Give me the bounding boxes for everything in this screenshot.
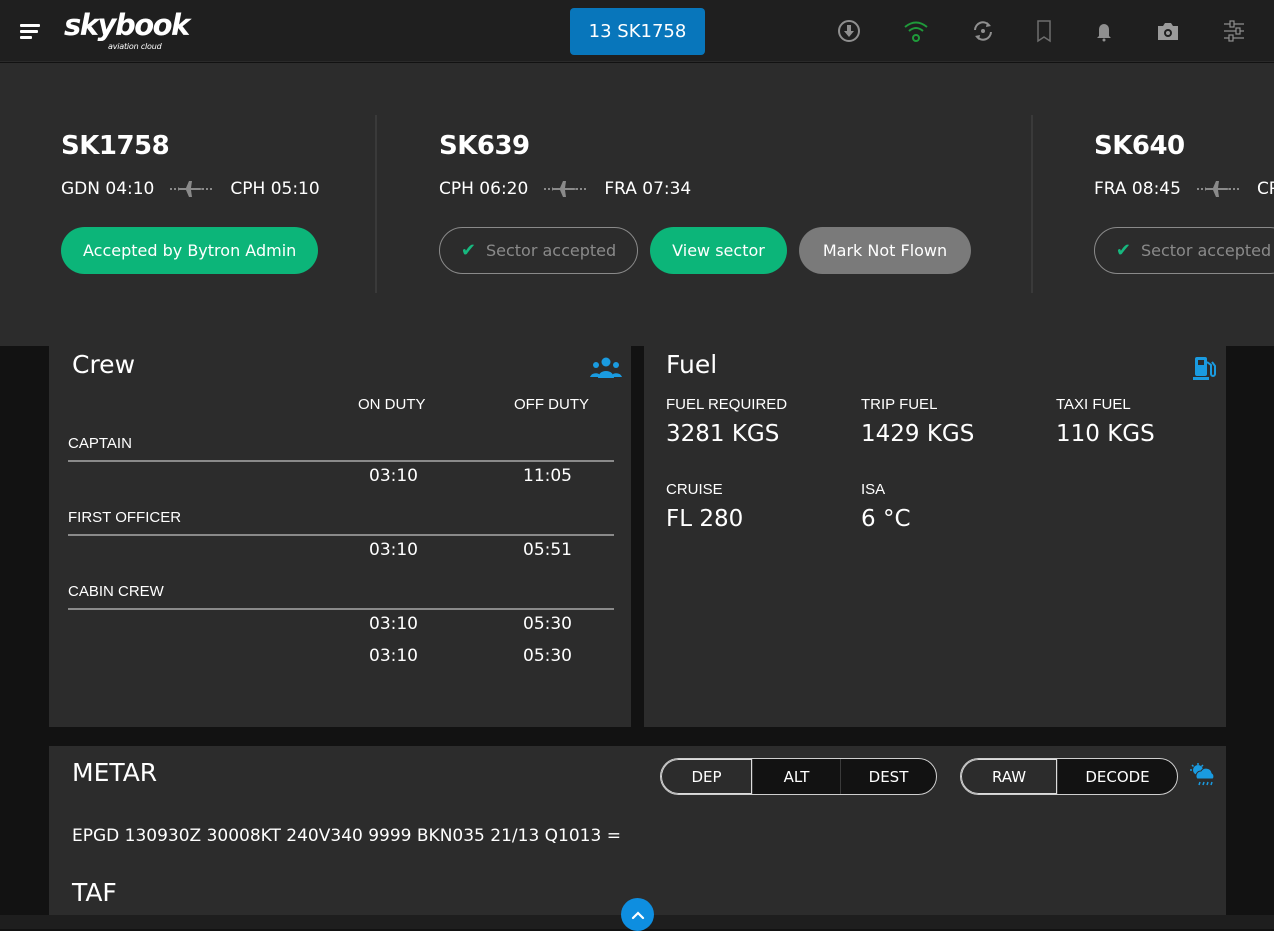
isa-value: 6 °C	[861, 506, 911, 532]
camera-icon[interactable]	[1155, 18, 1181, 44]
view-sector-button[interactable]: View sector	[650, 227, 787, 274]
crew-role-first-officer: FIRST OFFICER	[68, 509, 182, 526]
wifi-icon[interactable]	[903, 18, 929, 44]
taf-title: TAF	[72, 878, 117, 907]
arrival: FRA 07:34	[604, 179, 692, 199]
flight-route: FRA 08:45 CPH	[1094, 179, 1274, 199]
check-icon: ✔	[1115, 240, 1131, 261]
flight-sector-card: SK1758 GDN 04:10 CPH 05:10 Accepted by B…	[61, 63, 361, 346]
crew-card: Crew ON DUTY OFF DUTY CAPTAIN 03:10 11:0…	[49, 346, 631, 727]
sector-accepted-label: Sector accepted	[1140, 241, 1272, 260]
departure: FRA 08:45	[1094, 179, 1181, 199]
weather-card: METAR DEP ALT DEST RAW DECODE EPGD 13093…	[49, 746, 1226, 915]
flight-number: SK640	[1094, 131, 1185, 161]
flight-number: SK639	[439, 131, 530, 161]
fuel-required-label: FUEL REQUIRED	[666, 396, 788, 413]
sector-accepted-button[interactable]: ✔ Sector accepted	[1094, 227, 1274, 274]
sector-accepted-button[interactable]: ✔ Sector accepted	[439, 227, 638, 274]
airport-tabs: DEP ALT DEST	[660, 758, 937, 795]
fuel-pump-icon	[1192, 354, 1218, 382]
plane-icon	[1195, 179, 1243, 199]
departure: CPH 06:20	[439, 179, 529, 199]
taxi-fuel-value: 110 KGS	[1056, 421, 1155, 447]
column-header-on-duty: ON DUTY	[358, 396, 426, 413]
divider	[68, 460, 614, 462]
trip-fuel-value: 1429 KGS	[861, 421, 975, 447]
bell-icon[interactable]	[1091, 18, 1117, 44]
current-flight-button[interactable]: 13 SK1758	[570, 8, 705, 55]
bookmark-icon[interactable]	[1031, 18, 1057, 44]
off-duty-time: 05:30	[523, 646, 572, 666]
tab-decode[interactable]: DECODE	[1057, 759, 1177, 794]
check-icon: ✔	[460, 240, 476, 261]
flight-route: CPH 06:20 FRA 07:34	[439, 179, 691, 199]
tab-dest[interactable]: DEST	[840, 759, 936, 794]
tab-dep[interactable]: DEP	[661, 759, 752, 794]
plane-icon	[168, 179, 216, 199]
crew-role-captain: CAPTAIN	[68, 435, 132, 452]
crew-role-cabin-crew: CABIN CREW	[68, 583, 164, 600]
tab-alt[interactable]: ALT	[752, 759, 840, 794]
format-tabs: RAW DECODE	[960, 758, 1178, 795]
on-duty-time: 03:10	[369, 614, 418, 634]
fuel-card: Fuel FUEL REQUIRED 3281 KGS TRIP FUEL 14…	[644, 346, 1226, 727]
column-header-off-duty: OFF DUTY	[514, 396, 589, 413]
divider	[68, 608, 614, 610]
fuel-required-value: 3281 KGS	[666, 421, 780, 447]
flight-sectors-strip[interactable]: SK1758 GDN 04:10 CPH 05:10 Accepted by B…	[0, 63, 1274, 346]
metar-raw-text: EPGD 130930Z 30008KT 240V340 9999 BKN035…	[72, 826, 621, 846]
cruise-label: CRUISE	[666, 481, 723, 498]
isa-label: ISA	[861, 481, 886, 498]
top-bar: skybook aviation cloud 13 SK1758	[0, 0, 1274, 62]
settings-sliders-icon[interactable]	[1221, 18, 1247, 44]
taxi-fuel-label: TAXI FUEL	[1056, 396, 1131, 413]
logo-tagline: aviation cloud	[108, 42, 162, 51]
plane-icon	[542, 179, 590, 199]
flight-sector-card: SK640 FRA 08:45 CPH ✔ Sector accepted	[1094, 63, 1274, 346]
arrival: CPH 05:10	[230, 179, 320, 199]
download-icon[interactable]	[836, 18, 862, 44]
on-duty-time: 03:10	[369, 646, 418, 666]
sector-divider	[1031, 115, 1033, 293]
arrival: CPH	[1256, 179, 1274, 199]
cruise-value: FL 280	[666, 506, 744, 532]
accepted-by-button[interactable]: Accepted by Bytron Admin	[61, 227, 319, 274]
mark-not-flown-button[interactable]: Mark Not Flown	[799, 227, 971, 274]
off-duty-time: 05:51	[523, 540, 572, 560]
on-duty-time: 03:10	[369, 540, 418, 560]
logo-brand: skybook	[64, 8, 190, 42]
chevron-up-icon	[631, 910, 644, 919]
off-duty-time: 11:05	[523, 466, 572, 486]
on-duty-time: 03:10	[369, 466, 418, 486]
divider	[68, 534, 614, 536]
off-duty-time: 05:30	[523, 614, 572, 634]
metar-title: METAR	[72, 758, 158, 787]
departure: GDN 04:10	[61, 179, 155, 199]
sector-divider	[375, 115, 377, 293]
logo: skybook aviation cloud	[64, 8, 190, 52]
weather-cloud-rain-icon[interactable]	[1189, 762, 1217, 788]
scroll-to-top-button[interactable]	[621, 898, 654, 931]
people-icon	[589, 356, 623, 384]
flight-sector-card: SK639 CPH 06:20 FRA 07:34 ✔ Sector accep…	[439, 63, 999, 346]
sync-icon[interactable]	[970, 18, 996, 44]
flight-route: GDN 04:10 CPH 05:10	[61, 179, 320, 199]
crew-title: Crew	[72, 350, 136, 379]
flight-number: SK1758	[61, 131, 170, 161]
fuel-title: Fuel	[666, 350, 718, 379]
hamburger-menu-icon[interactable]	[20, 22, 42, 40]
trip-fuel-label: TRIP FUEL	[861, 396, 938, 413]
sector-accepted-label: Sector accepted	[485, 241, 617, 260]
tab-raw[interactable]: RAW	[961, 759, 1057, 794]
